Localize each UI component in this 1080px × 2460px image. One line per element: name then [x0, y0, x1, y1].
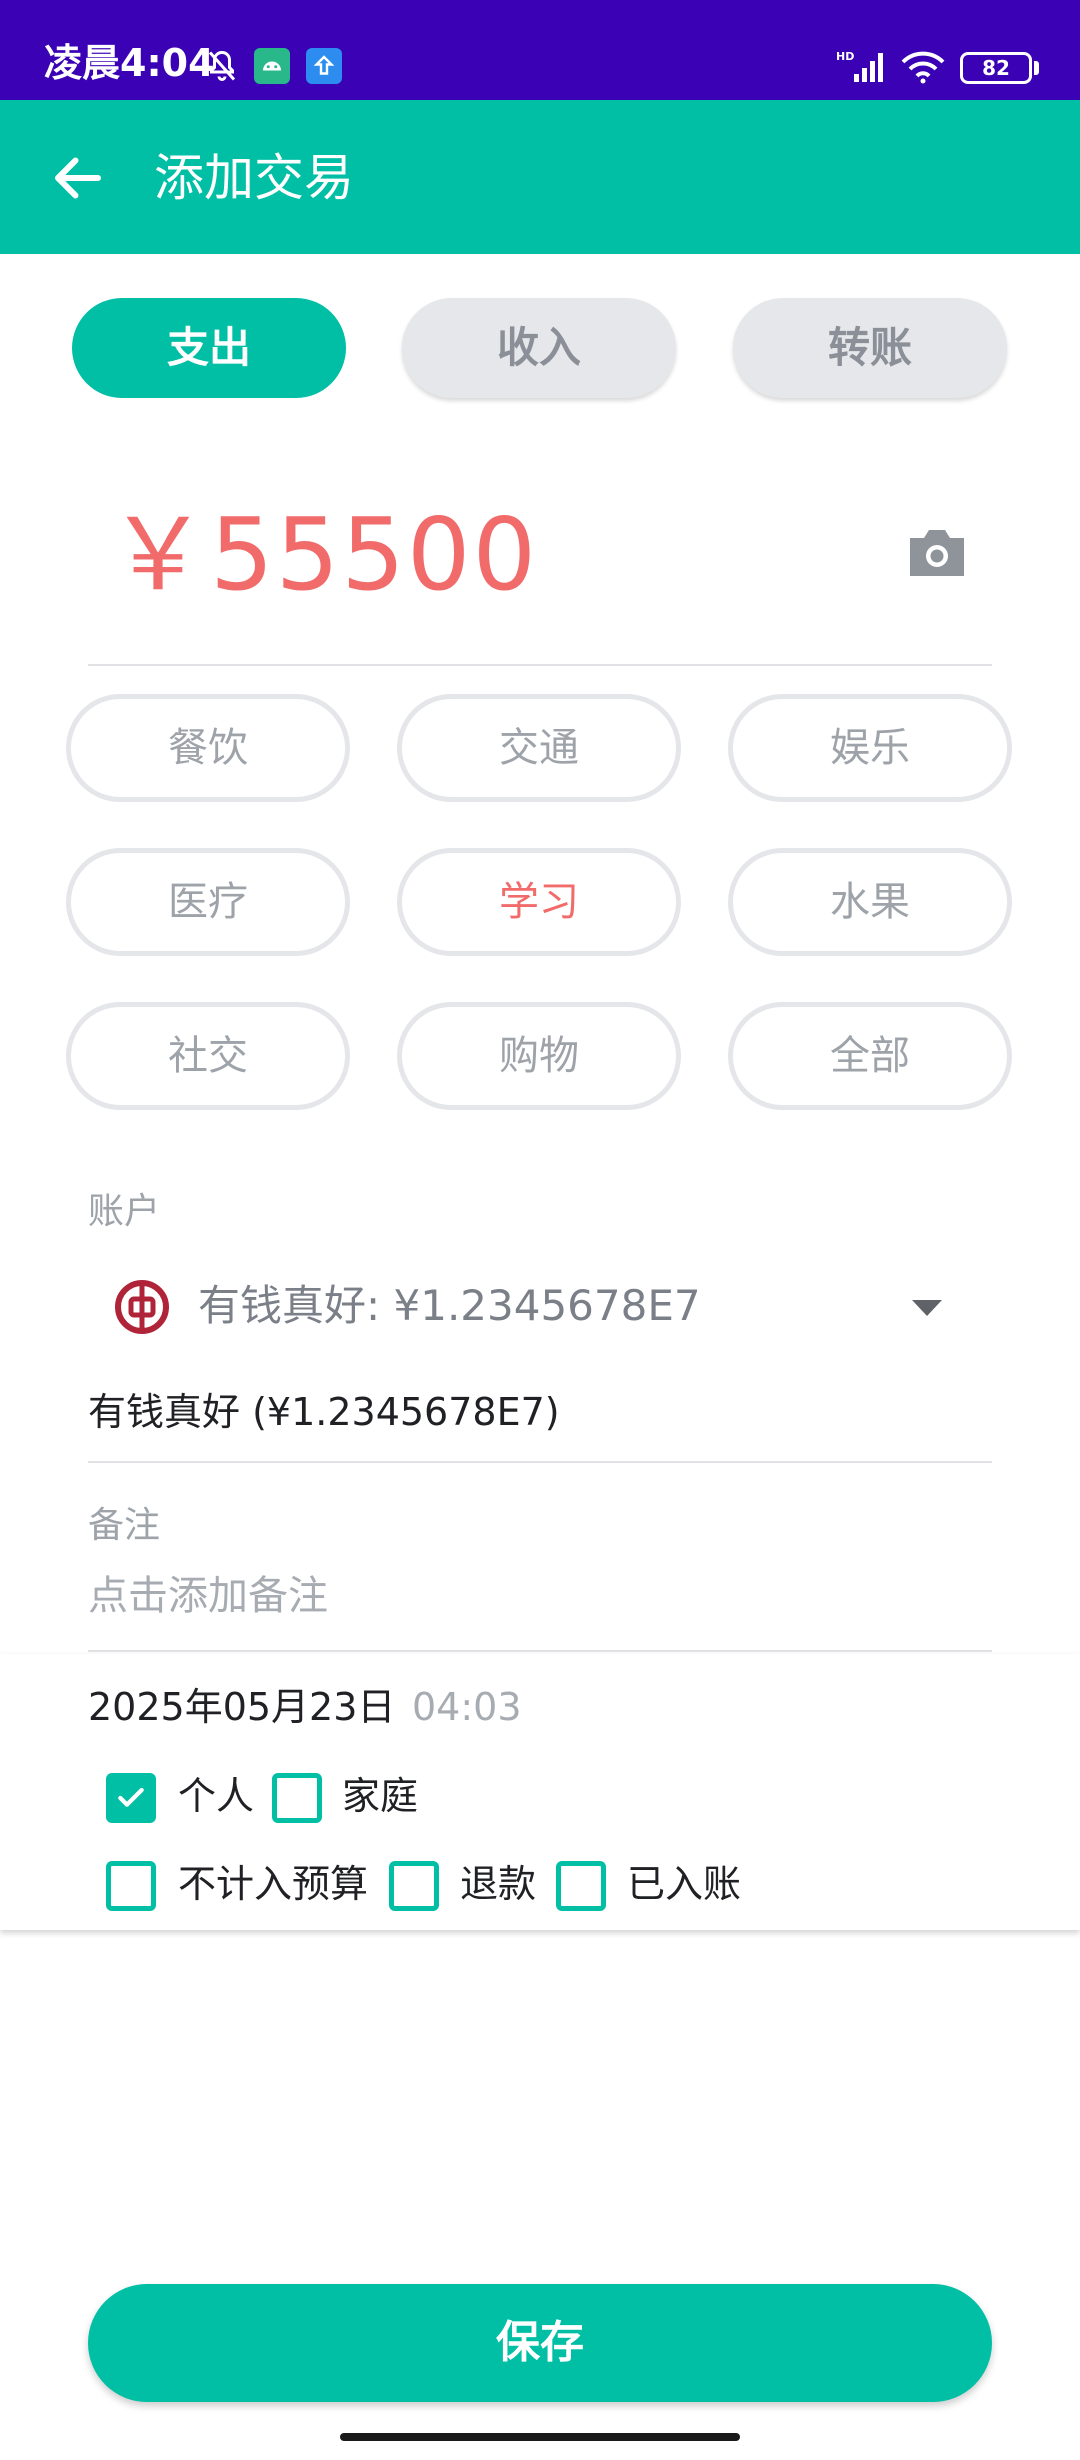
- amount-input[interactable]: ￥55500: [108, 500, 538, 610]
- camera-icon[interactable]: [906, 524, 968, 580]
- checkbox-family-label: 家庭: [342, 1774, 419, 1818]
- checkbox-posted[interactable]: [556, 1861, 606, 1911]
- checkbox-personal[interactable]: [106, 1773, 156, 1823]
- status-time: 凌晨4:04: [44, 41, 215, 85]
- time-picker[interactable]: 04:03: [412, 1683, 522, 1731]
- category-chip-study[interactable]: 学习: [397, 848, 681, 956]
- bank-icon: [115, 1280, 169, 1334]
- account-dropdown[interactable]: 有钱真好: ¥1.2345678E7: [198, 1280, 701, 1332]
- signal-icon: HD: [836, 50, 883, 82]
- checkbox-exclude-budget[interactable]: [106, 1861, 156, 1911]
- account-divider: [88, 1461, 992, 1463]
- add-transaction-screen: 凌晨4:04 HD 82 添加交易 支出 收入 转账 ￥55500 餐饮 交通 …: [0, 0, 1080, 2460]
- dropdown-arrow-icon[interactable]: [912, 1300, 942, 1316]
- battery-tip: [1034, 61, 1039, 75]
- category-chip-shopping[interactable]: 购物: [397, 1002, 681, 1110]
- checkbox-personal-label: 个人: [178, 1774, 255, 1818]
- account-current-value: 有钱真好 (¥1.2345678E7): [88, 1390, 560, 1434]
- amount-divider: [88, 664, 992, 666]
- category-chip-medical[interactable]: 医疗: [66, 848, 350, 956]
- arrow-left-icon[interactable]: [48, 148, 108, 208]
- category-chip-social[interactable]: 社交: [66, 1002, 350, 1110]
- upload-icon: [306, 48, 342, 84]
- toolbar: 添加交易: [0, 100, 1080, 254]
- checkbox-refund[interactable]: [389, 1861, 439, 1911]
- save-button[interactable]: 保存: [88, 2284, 992, 2402]
- checkbox-refund-label: 退款: [460, 1862, 537, 1906]
- tab-expense[interactable]: 支出: [72, 298, 346, 398]
- category-chip-all[interactable]: 全部: [728, 1002, 1012, 1110]
- note-input[interactable]: 点击添加备注: [88, 1570, 328, 1622]
- status-bar: 凌晨4:04 HD 82: [0, 0, 1080, 100]
- note-label: 备注: [88, 1505, 161, 1546]
- checkbox-family[interactable]: [272, 1773, 322, 1823]
- category-chip-transport[interactable]: 交通: [397, 694, 681, 802]
- wifi-icon: [901, 51, 945, 84]
- check-icon: [118, 1787, 144, 1807]
- checkbox-exclude-budget-label: 不计入预算: [178, 1862, 369, 1906]
- svg-text:HD: HD: [836, 50, 854, 63]
- battery-icon: 82: [960, 52, 1032, 84]
- note-divider: [88, 1650, 992, 1652]
- checkbox-posted-label: 已入账: [627, 1862, 742, 1906]
- account-label: 账户: [88, 1191, 161, 1232]
- android-icon: [254, 48, 290, 84]
- date-picker[interactable]: 2025年05月23日: [88, 1683, 395, 1731]
- home-indicator[interactable]: [340, 2433, 740, 2441]
- category-chip-entertainment[interactable]: 娱乐: [728, 694, 1012, 802]
- tab-transfer[interactable]: 转账: [733, 298, 1007, 398]
- tab-income[interactable]: 收入: [402, 298, 676, 398]
- bell-off-icon: [208, 50, 236, 81]
- category-chip-dining[interactable]: 餐饮: [66, 694, 350, 802]
- category-chip-fruit[interactable]: 水果: [728, 848, 1012, 956]
- page-title: 添加交易: [154, 149, 354, 207]
